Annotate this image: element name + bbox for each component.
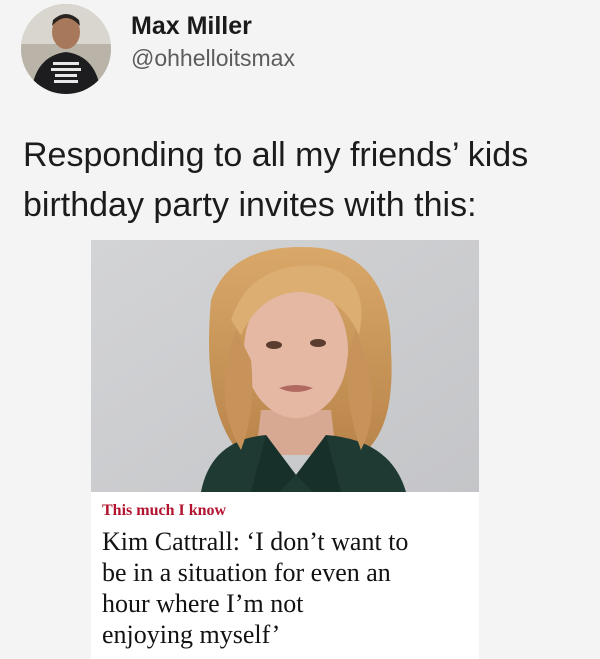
display-name[interactable]: Max Miller	[131, 12, 252, 41]
article-card[interactable]: This much I know Kim Cattrall: ‘I don’t …	[91, 240, 479, 659]
avatar[interactable]	[21, 4, 111, 94]
headline-line: be in a situation for even an	[102, 558, 391, 587]
article-kicker[interactable]: This much I know	[102, 502, 226, 520]
user-handle[interactable]: @ohhelloitsmax	[131, 45, 295, 72]
tweet-text-line: birthday party invites with this:	[23, 186, 477, 224]
headline-line: hour where I’m not	[102, 589, 304, 618]
article-photo	[91, 240, 479, 492]
headline-line: Kim Cattrall: ‘I don’t want to	[102, 527, 409, 556]
tweet-text: Responding to all my friends’ kids birth…	[23, 130, 593, 230]
tweet: Max Miller @ohhelloitsmax Responding to …	[0, 0, 600, 659]
article-headline[interactable]: Kim Cattrall: ‘I don’t want to be in a s…	[102, 526, 474, 650]
tweet-text-line: Responding to all my friends’ kids	[23, 136, 529, 174]
profile-photo-icon	[21, 4, 111, 94]
headline-line: enjoying myself’	[102, 620, 281, 649]
portrait-photo	[91, 240, 479, 492]
